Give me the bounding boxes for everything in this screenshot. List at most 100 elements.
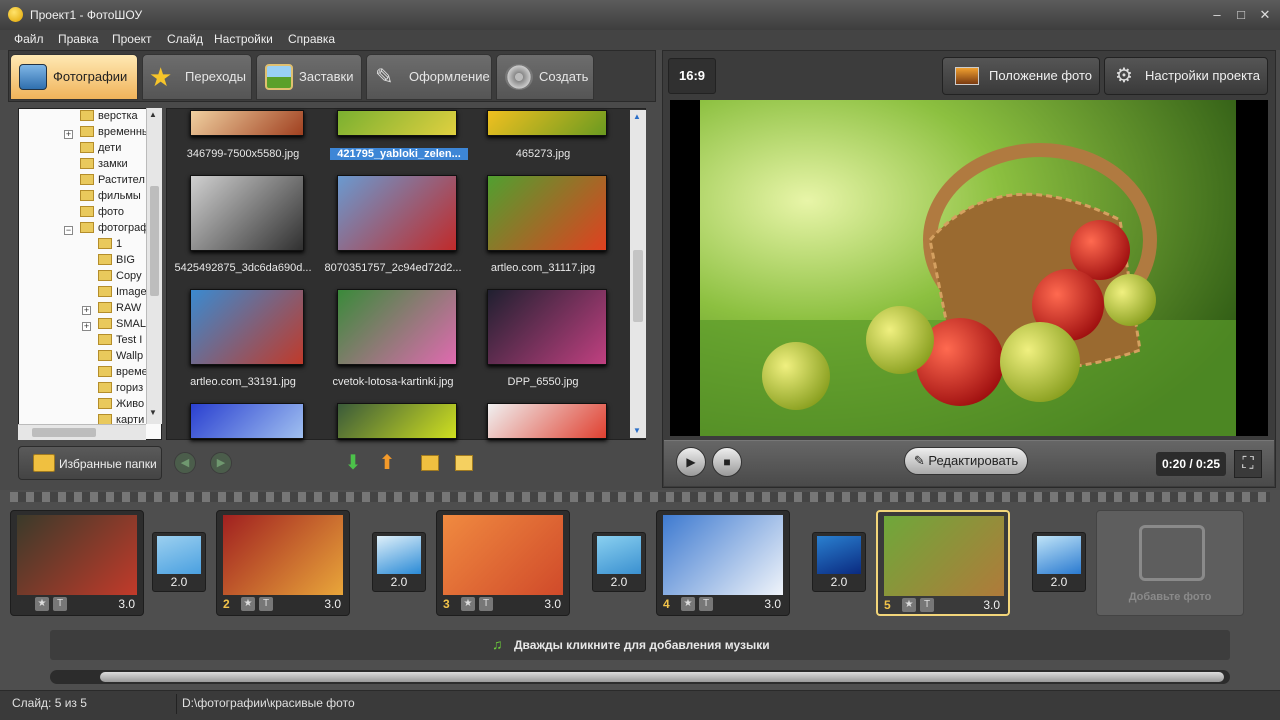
timeline-slide[interactable]: 3 ★ T 3.0 bbox=[436, 510, 570, 616]
tree-folder[interactable]: 1 bbox=[98, 238, 146, 250]
thumbnail-caption[interactable]: artleo.com_33191.jpg bbox=[168, 376, 318, 388]
photo-thumbnail[interactable] bbox=[190, 403, 304, 439]
folder-add-icon[interactable] bbox=[418, 452, 440, 474]
photo-thumbnail[interactable] bbox=[337, 403, 457, 439]
tree-folder[interactable]: верстка bbox=[80, 110, 146, 122]
tree-folder[interactable]: временны bbox=[80, 126, 146, 138]
tree-folder[interactable]: BIG bbox=[98, 254, 146, 266]
tree-folder[interactable]: фото bbox=[80, 206, 146, 218]
thumbnail-caption[interactable]: 5425492875_3dc6da690d... bbox=[168, 262, 318, 274]
text-icon[interactable]: T bbox=[479, 597, 493, 611]
photo-thumbnail[interactable] bbox=[190, 289, 304, 365]
timeline-transition[interactable]: 2.0 bbox=[812, 532, 866, 592]
tree-folder[interactable]: Живо bbox=[98, 398, 146, 410]
menu-file[interactable]: Файл bbox=[14, 32, 44, 46]
star-icon[interactable]: ★ bbox=[35, 597, 49, 611]
thumbnail-caption[interactable]: 465273.jpg bbox=[468, 148, 618, 160]
tree-expander[interactable]: − bbox=[64, 226, 73, 235]
tree-folder[interactable]: RAW bbox=[98, 302, 146, 314]
up-arrow-icon[interactable]: ⬆ bbox=[376, 452, 398, 474]
tree-horizontal-scrollbar[interactable] bbox=[18, 424, 146, 440]
text-icon[interactable]: T bbox=[259, 597, 273, 611]
text-icon[interactable]: T bbox=[53, 597, 67, 611]
tree-folder[interactable]: Copy bbox=[98, 270, 146, 282]
tree-folder[interactable]: Test I bbox=[98, 334, 146, 346]
tree-folder[interactable]: Wallp bbox=[98, 350, 146, 362]
thumbnail-caption[interactable]: artleo.com_31117.jpg bbox=[468, 262, 618, 274]
forward-button[interactable]: ▶ bbox=[210, 452, 232, 474]
favorite-folders-button[interactable]: Избранные папки bbox=[18, 446, 162, 480]
timeline-slide[interactable]: 2 ★ T 3.0 bbox=[216, 510, 350, 616]
tree-folder[interactable]: фотограф bbox=[80, 222, 146, 234]
menu-slide[interactable]: Слайд bbox=[167, 32, 203, 46]
tree-expander[interactable]: + bbox=[82, 306, 91, 315]
photo-thumbnail[interactable] bbox=[487, 403, 607, 439]
tree-vertical-scrollbar[interactable]: ▲ ▼ bbox=[146, 108, 162, 424]
thumbnail-caption[interactable]: 8070351757_2c94ed72d2... bbox=[318, 262, 468, 274]
photo-thumbnail[interactable] bbox=[337, 289, 457, 365]
tree-folder[interactable]: време bbox=[98, 366, 146, 378]
timeline-slide[interactable]: ★ T 3.0 bbox=[10, 510, 144, 616]
menu-help[interactable]: Справка bbox=[288, 32, 335, 46]
star-icon[interactable]: ★ bbox=[681, 597, 695, 611]
folder-open-icon[interactable] bbox=[452, 452, 474, 474]
music-track[interactable]: ♫ Дважды кликните для добавления музыки bbox=[50, 630, 1230, 660]
thumbnail-caption[interactable]: DPP_6550.jpg bbox=[468, 376, 618, 388]
thumbnail-caption[interactable]: cvetok-lotosa-kartinki.jpg bbox=[318, 376, 468, 388]
photo-thumbnail[interactable] bbox=[487, 175, 607, 251]
star-icon[interactable]: ★ bbox=[902, 598, 916, 612]
menu-project[interactable]: Проект bbox=[112, 32, 152, 46]
tab-design[interactable]: ✎ Оформление bbox=[366, 54, 492, 100]
back-button[interactable]: ◀ bbox=[174, 452, 196, 474]
aspect-ratio-button[interactable]: 16:9 bbox=[668, 58, 716, 94]
tree-expander[interactable]: + bbox=[64, 130, 73, 139]
tree-folder[interactable]: замки bbox=[80, 158, 146, 170]
tree-folder[interactable]: фильмы bbox=[80, 190, 146, 202]
photo-thumbnail[interactable] bbox=[337, 110, 457, 136]
edit-button[interactable]: ✎ Редактировать bbox=[904, 447, 1028, 475]
photo-thumbnail[interactable] bbox=[190, 110, 304, 136]
fullscreen-icon[interactable]: ⛶ bbox=[1234, 450, 1262, 478]
timeline-slide[interactable]: 4 ★ T 3.0 bbox=[656, 510, 790, 616]
minimize-button[interactable]: – bbox=[1206, 6, 1228, 24]
tree-folder[interactable]: Растител bbox=[80, 174, 146, 186]
tab-transitions[interactable]: ★ Переходы bbox=[142, 54, 252, 100]
transition-preview bbox=[377, 536, 421, 574]
play-button[interactable]: ▶ bbox=[676, 447, 706, 477]
thumbnail-caption[interactable]: 346799-7500x5580.jpg bbox=[168, 148, 318, 160]
timeline-transition[interactable]: 2.0 bbox=[1032, 532, 1086, 592]
thumbnail-caption[interactable]: 421795_yabloki_zelen... bbox=[330, 148, 468, 160]
tab-photos[interactable]: Фотографии bbox=[10, 54, 138, 100]
photo-thumbnail[interactable] bbox=[487, 289, 607, 365]
timeline-slide[interactable]: 5 ★ T 3.0 bbox=[876, 510, 1010, 616]
tab-screensavers[interactable]: Заставки bbox=[256, 54, 362, 100]
add-photo-placeholder[interactable]: Добавьте фото bbox=[1096, 510, 1244, 616]
timeline-transition[interactable]: 2.0 bbox=[592, 532, 646, 592]
timeline-transition[interactable]: 2.0 bbox=[152, 532, 206, 592]
text-icon[interactable]: T bbox=[699, 597, 713, 611]
photo-thumbnail[interactable] bbox=[190, 175, 304, 251]
tab-create[interactable]: Создать bbox=[496, 54, 594, 100]
photo-thumbnail[interactable] bbox=[337, 175, 457, 251]
tree-expander[interactable]: + bbox=[82, 322, 91, 331]
close-button[interactable]: ✕ bbox=[1254, 6, 1276, 24]
add-down-arrow-icon[interactable]: ⬇ bbox=[342, 452, 364, 474]
timeline-transition[interactable]: 2.0 bbox=[372, 532, 426, 592]
star-icon[interactable]: ★ bbox=[461, 597, 475, 611]
tree-folder[interactable]: дети bbox=[80, 142, 146, 154]
menu-settings[interactable]: Настройки bbox=[214, 32, 273, 46]
maximize-button[interactable]: □ bbox=[1230, 6, 1252, 24]
text-icon[interactable]: T bbox=[920, 598, 934, 612]
menu-edit[interactable]: Правка bbox=[58, 32, 99, 46]
tree-folder[interactable]: SMAL bbox=[98, 318, 146, 330]
star-icon[interactable]: ★ bbox=[241, 597, 255, 611]
stop-button[interactable]: ■ bbox=[712, 447, 742, 477]
timeline-scroll-thumb[interactable] bbox=[100, 672, 1224, 682]
window-title: Проект1 - ФотоШОУ bbox=[30, 8, 143, 22]
project-settings-button[interactable]: ⚙ Настройки проекта bbox=[1104, 57, 1268, 95]
tree-folder[interactable]: гориз bbox=[98, 382, 146, 394]
tree-folder[interactable]: Image bbox=[98, 286, 146, 298]
photo-thumbnail[interactable] bbox=[487, 110, 607, 136]
thumbnails-scrollbar[interactable]: ▲ ▼ bbox=[630, 110, 646, 438]
photo-position-button[interactable]: Положение фото bbox=[942, 57, 1100, 95]
